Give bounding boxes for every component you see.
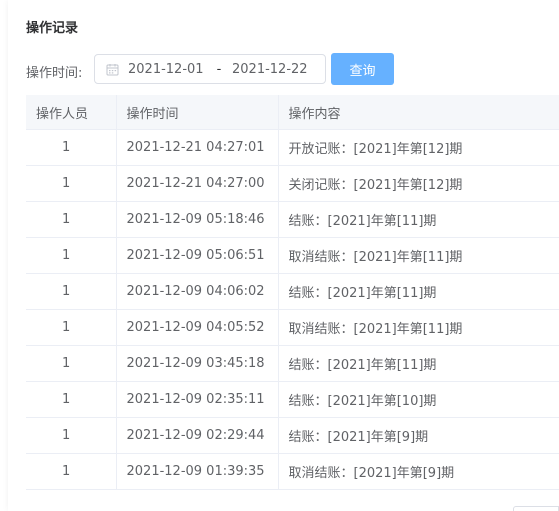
cell-operator: 1 (26, 273, 117, 310)
operation-log-table-wrapper: 操作人员 操作时间 操作内容 1 2021-12-21 04:27:01 开放记… (26, 95, 559, 491)
cell-content: 取消结账：[2021]年第[11]期 (278, 237, 559, 274)
cell-time: 2021-12-09 03:45:18 (116, 345, 279, 382)
query-button[interactable]: 查询 (331, 53, 394, 85)
cell-content: 结账：[2021]年第[11]期 (278, 345, 559, 382)
cell-content: 结账：[2021]年第[11]期 (278, 273, 559, 310)
column-header-time[interactable]: 操作时间 (116, 95, 279, 130)
cell-content: 开放记账：[2021]年第[12]期 (278, 129, 559, 166)
table-row[interactable]: 1 2021-12-21 04:27:01 开放记账：[2021]年第[12]期 (26, 129, 559, 166)
calendar-icon (104, 63, 120, 76)
cell-time: 2021-12-09 01:39:35 (116, 453, 279, 490)
cell-operator: 1 (26, 345, 117, 382)
pagination-control-edge[interactable] (513, 506, 559, 511)
operation-time-label: 操作时间: (26, 66, 83, 81)
cell-time: 2021-12-09 02:35:11 (116, 381, 279, 418)
page-title: 操作记录 (26, 21, 79, 36)
table-row[interactable]: 1 2021-12-09 04:06:02 结账：[2021]年第[11]期 (26, 273, 559, 310)
date-range-separator: - (216, 61, 222, 77)
table-row[interactable]: 1 2021-12-09 04:05:52 取消结账：[2021]年第[11]期 (26, 309, 559, 346)
cell-content: 结账：[2021]年第[11]期 (278, 201, 559, 238)
cell-time: 2021-12-09 05:06:51 (116, 237, 279, 274)
cell-time: 2021-12-09 04:06:02 (116, 273, 279, 310)
cell-operator: 1 (26, 129, 117, 166)
cell-operator: 1 (26, 381, 117, 418)
table-row[interactable]: 1 2021-12-09 01:39:35 取消结账：[2021]年第[9]期 (26, 453, 559, 490)
date-range-picker[interactable]: 2021-12-01 - 2021-12-22 (94, 54, 326, 84)
cell-content: 取消结账：[2021]年第[9]期 (278, 453, 559, 490)
cell-operator: 1 (26, 237, 117, 274)
operation-log-panel: 操作记录 操作时间: 2021-12-01 - 2021-12-22 查询 操作… (8, 0, 559, 511)
column-header-operator[interactable]: 操作人员 (26, 95, 117, 130)
cell-time: 2021-12-09 02:29:44 (116, 417, 279, 454)
cell-time: 2021-12-21 04:27:01 (116, 129, 279, 166)
cell-operator: 1 (26, 309, 117, 346)
table-row[interactable]: 1 2021-12-21 04:27:00 关闭记账：[2021]年第[12]期 (26, 165, 559, 202)
cell-time: 2021-12-09 05:18:46 (116, 201, 279, 238)
cell-time: 2021-12-21 04:27:00 (116, 165, 279, 202)
table-header: 操作人员 操作时间 操作内容 (26, 95, 559, 130)
table-row[interactable]: 1 2021-12-09 02:35:11 结账：[2021]年第[10]期 (26, 381, 559, 418)
cell-time: 2021-12-09 04:05:52 (116, 309, 279, 346)
table-row[interactable]: 1 2021-12-09 02:29:44 结账：[2021]年第[9]期 (26, 417, 559, 454)
cell-content: 取消结账：[2021]年第[11]期 (278, 309, 559, 346)
operation-log-table: 操作人员 操作时间 操作内容 1 2021-12-21 04:27:01 开放记… (26, 95, 559, 490)
end-date-input[interactable]: 2021-12-22 (232, 62, 312, 77)
cell-content: 关闭记账：[2021]年第[12]期 (278, 165, 559, 202)
cell-content: 结账：[2021]年第[10]期 (278, 381, 559, 418)
cell-operator: 1 (26, 417, 117, 454)
cell-operator: 1 (26, 453, 117, 490)
cell-operator: 1 (26, 201, 117, 238)
cell-content: 结账：[2021]年第[9]期 (278, 417, 559, 454)
column-header-content[interactable]: 操作内容 (278, 95, 559, 130)
table-row[interactable]: 1 2021-12-09 05:18:46 结账：[2021]年第[11]期 (26, 201, 559, 238)
cell-operator: 1 (26, 165, 117, 202)
table-body: 1 2021-12-21 04:27:01 开放记账：[2021]年第[12]期… (26, 129, 559, 490)
table-row[interactable]: 1 2021-12-09 05:06:51 取消结账：[2021]年第[11]期 (26, 237, 559, 274)
start-date-input[interactable]: 2021-12-01 (128, 62, 206, 77)
table-row[interactable]: 1 2021-12-09 03:45:18 结账：[2021]年第[11]期 (26, 345, 559, 382)
